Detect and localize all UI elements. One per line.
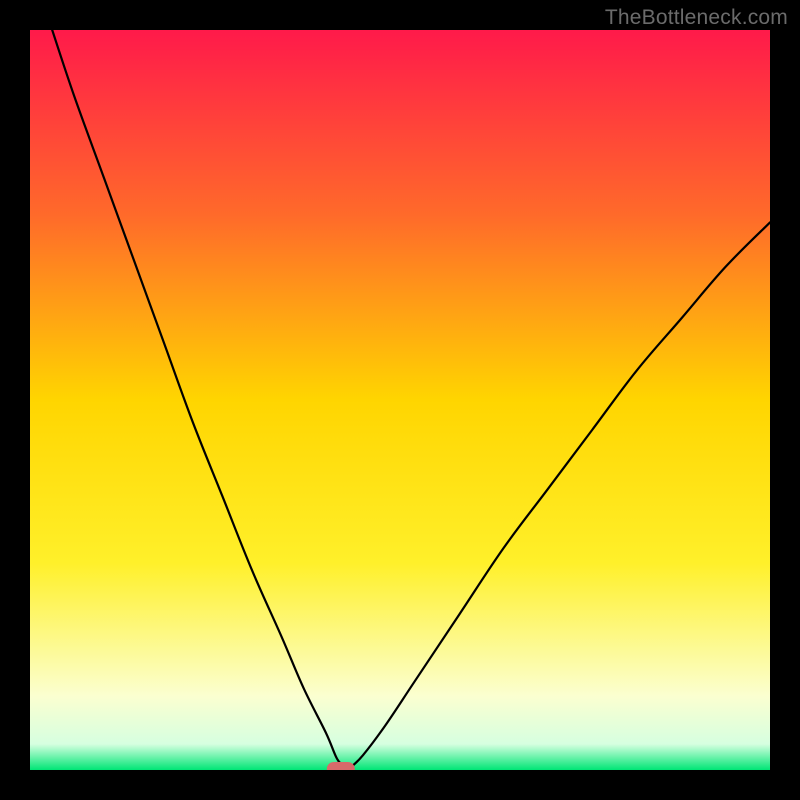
watermark-text: TheBottleneck.com xyxy=(605,6,788,30)
plot-area xyxy=(30,30,770,770)
marker-group xyxy=(327,762,355,770)
chart-canvas xyxy=(30,30,770,770)
gradient-background xyxy=(30,30,770,770)
chart-frame: TheBottleneck.com xyxy=(0,0,800,800)
bottleneck-marker xyxy=(327,762,355,770)
